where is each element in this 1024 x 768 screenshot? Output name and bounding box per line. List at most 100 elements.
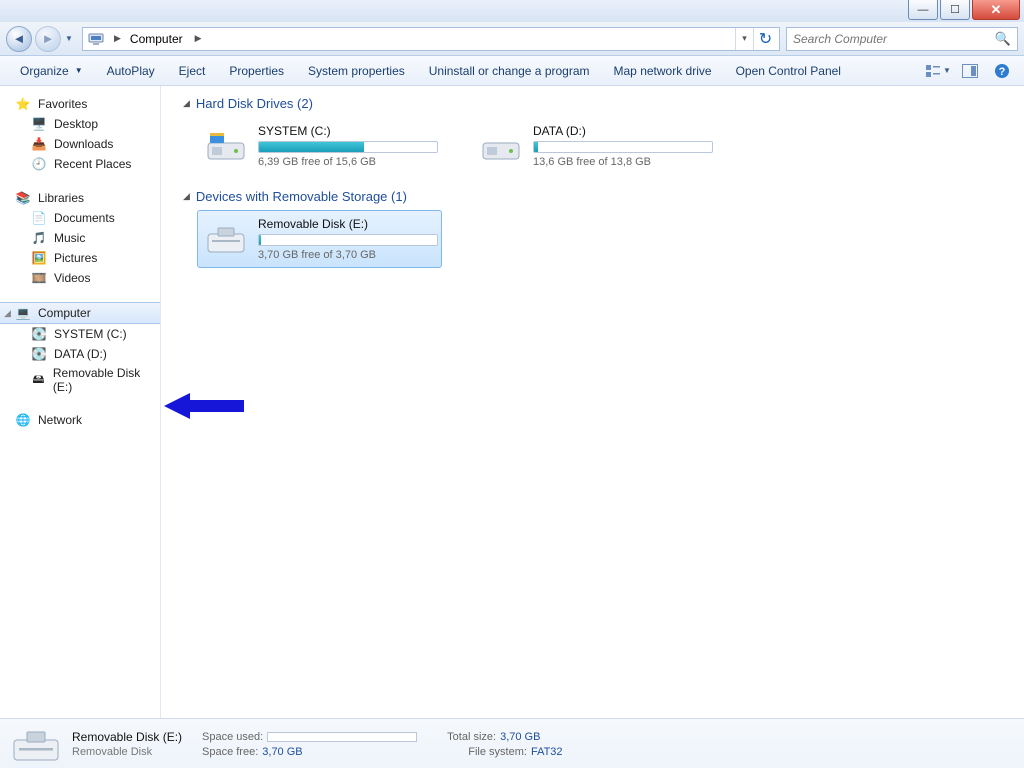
sidebar-favorites[interactable]: ⭐ Favorites <box>0 94 160 114</box>
search-icon: 🔍 <box>995 31 1011 47</box>
drive-free-text: 6,39 GB free of 15,6 GB <box>258 156 438 168</box>
drive-free-text: 3,70 GB free of 3,70 GB <box>258 249 438 261</box>
sidebar-item-label: Favorites <box>38 97 87 111</box>
nav-bar: ◄ ► ▼ ▶ Computer ▶ ▾ ↻ 🔍 <box>0 22 1024 56</box>
computer-icon <box>87 30 105 48</box>
window-titlebar: — ☐ ✕ <box>0 0 1024 22</box>
hdd-icon <box>206 129 246 163</box>
sidebar-item-label: Desktop <box>54 117 98 131</box>
removable-drive-icon <box>206 222 246 256</box>
pictures-icon: 🖼️ <box>30 250 48 266</box>
music-icon: 🎵 <box>30 230 48 246</box>
collapse-icon[interactable]: ◢ <box>183 191 190 202</box>
preview-pane-button[interactable] <box>956 60 984 82</box>
sidebar-libraries[interactable]: 📚 Libraries <box>0 188 160 208</box>
details-pane: Removable Disk (E:) Space used: Total si… <box>0 718 1024 768</box>
sidebar-item-drive-c[interactable]: 💽SYSTEM (C:) <box>0 324 160 344</box>
space-used-bar <box>267 732 417 742</box>
sidebar-item-videos[interactable]: 🎞️ Videos <box>0 268 160 288</box>
view-options-button[interactable]: ▼ <box>924 60 952 82</box>
videos-icon: 🎞️ <box>30 270 48 286</box>
sidebar-item-label: Downloads <box>54 137 113 151</box>
breadcrumb-chevron[interactable]: ▶ <box>109 33 126 44</box>
drive-name: Removable Disk (E:) <box>258 217 438 231</box>
toolbar-uninstall[interactable]: Uninstall or change a program <box>417 56 602 85</box>
sidebar-computer[interactable]: ◢ 💻 Computer <box>0 302 160 324</box>
sidebar-item-drive-e[interactable]: 🖴Removable Disk (E:) <box>0 364 160 396</box>
toolbar-system-properties[interactable]: System properties <box>296 56 417 85</box>
capacity-bar <box>533 141 713 153</box>
drive-free-text: 13,6 GB free of 13,8 GB <box>533 156 713 168</box>
toolbar-map-drive[interactable]: Map network drive <box>602 56 724 85</box>
sidebar-item-downloads[interactable]: 📥 Downloads <box>0 134 160 154</box>
svg-text:?: ? <box>999 66 1006 78</box>
section-removable-storage[interactable]: ◢ Devices with Removable Storage (1) <box>183 189 1012 204</box>
breadcrumb-computer[interactable]: Computer <box>126 28 190 50</box>
removable-drive-icon <box>12 724 60 764</box>
sidebar-item-pictures[interactable]: 🖼️ Pictures <box>0 248 160 268</box>
breadcrumb-chevron[interactable]: ▶ <box>190 33 207 44</box>
capacity-bar <box>258 141 438 153</box>
command-toolbar: Organize▼ AutoPlay Eject Properties Syst… <box>0 56 1024 86</box>
details-label: Total size: <box>447 731 496 743</box>
sidebar-item-recent[interactable]: 🕘 Recent Places <box>0 154 160 174</box>
navigation-pane: ⭐ Favorites 🖥️Desktop 📥 Downloads 🕘 Recent… <box>0 86 161 718</box>
sidebar-network[interactable]: 🌐 Network <box>0 410 160 430</box>
toolbar-control-panel[interactable]: Open Control Panel <box>724 56 853 85</box>
sidebar-item-label: Recent Places <box>54 157 131 171</box>
star-icon: ⭐ <box>14 96 32 112</box>
maximize-button[interactable]: ☐ <box>940 0 970 20</box>
sidebar-item-label: Videos <box>54 271 90 285</box>
minimize-button[interactable]: — <box>908 0 938 20</box>
sidebar-item-label: Network <box>38 413 82 427</box>
sidebar-item-label: DATA (D:) <box>54 347 107 361</box>
close-button[interactable]: ✕ <box>972 0 1020 20</box>
recent-icon: 🕘 <box>30 156 48 172</box>
sidebar-item-desktop[interactable]: 🖥️Desktop <box>0 114 160 134</box>
sidebar-item-documents[interactable]: 📄Documents <box>0 208 160 228</box>
drive-item-e[interactable]: Removable Disk (E:) 3,70 GB free of 3,70… <box>197 210 442 268</box>
help-button[interactable]: ? <box>988 60 1016 82</box>
details-subtitle: Removable Disk <box>72 746 192 758</box>
capacity-bar <box>258 234 438 246</box>
details-title: Removable Disk (E:) <box>72 730 192 744</box>
collapse-icon[interactable]: ◢ <box>4 308 11 319</box>
downloads-icon: 📥 <box>30 136 48 152</box>
details-label: Space used: <box>202 731 263 743</box>
collapse-icon[interactable]: ◢ <box>183 98 190 109</box>
drive-icon: 💽 <box>30 346 48 362</box>
organize-menu[interactable]: Organize▼ <box>8 56 95 85</box>
toolbar-eject[interactable]: Eject <box>167 56 218 85</box>
details-label: Space free: <box>202 746 258 758</box>
address-dropdown[interactable]: ▾ <box>735 28 753 50</box>
drive-item-c[interactable]: SYSTEM (C:) 6,39 GB free of 15,6 GB <box>197 117 442 175</box>
hdd-icon <box>481 129 521 163</box>
toolbar-autoplay[interactable]: AutoPlay <box>95 56 167 85</box>
content-pane: ◢ Hard Disk Drives (2) SYSTEM (C:) 6,39 … <box>161 86 1024 718</box>
section-title: Hard Disk Drives (2) <box>196 96 313 111</box>
back-button[interactable]: ◄ <box>6 26 32 52</box>
drive-name: DATA (D:) <box>533 124 713 138</box>
details-label: File system: <box>468 746 527 758</box>
sidebar-item-drive-d[interactable]: 💽 DATA (D:) <box>0 344 160 364</box>
sidebar-item-label: SYSTEM (C:) <box>54 327 127 341</box>
details-value: FAT32 <box>531 746 563 758</box>
details-value: 3,70 GB <box>500 731 540 743</box>
section-hard-disk-drives[interactable]: ◢ Hard Disk Drives (2) <box>183 96 1012 111</box>
search-input[interactable] <box>793 32 995 46</box>
nav-history-dropdown[interactable]: ▼ <box>65 34 77 43</box>
computer-icon: 💻 <box>14 305 32 321</box>
drive-item-d[interactable]: DATA (D:) 13,6 GB free of 13,8 GB <box>472 117 717 175</box>
libraries-icon: 📚 <box>14 190 32 206</box>
search-box[interactable]: 🔍 <box>786 27 1018 51</box>
refresh-button[interactable]: ↻ <box>753 28 777 50</box>
forward-button[interactable]: ► <box>35 26 61 52</box>
toolbar-properties[interactable]: Properties <box>217 56 296 85</box>
sidebar-item-label: Pictures <box>54 251 97 265</box>
address-bar[interactable]: ▶ Computer ▶ ▾ ↻ <box>82 27 780 51</box>
removable-drive-icon: 🖴 <box>30 372 47 388</box>
sidebar-item-label: Music <box>54 231 85 245</box>
sidebar-item-music[interactable]: 🎵 Music <box>0 228 160 248</box>
sidebar-item-label: Libraries <box>38 191 84 205</box>
sidebar-item-label: Computer <box>38 306 91 320</box>
